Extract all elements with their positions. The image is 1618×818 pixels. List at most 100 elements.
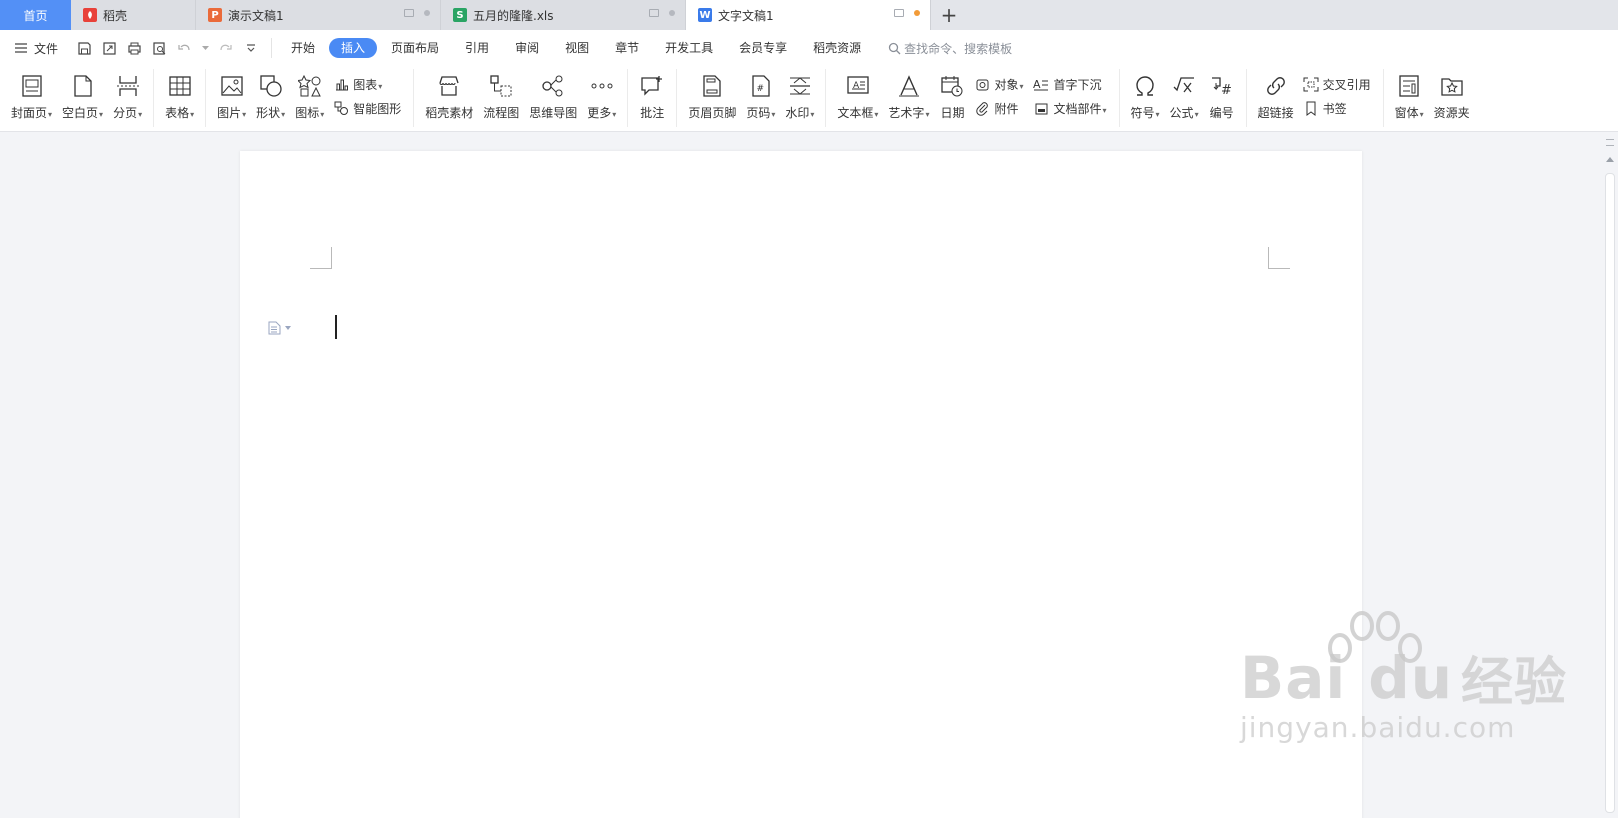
doc-parts-label: 文档部件 — [1053, 100, 1106, 117]
symbol-label: 符号 — [1131, 104, 1160, 121]
bookmark-button[interactable]: 书签 — [1303, 99, 1371, 117]
cross-reference-button[interactable]: 交叉引用 — [1303, 75, 1371, 93]
textbox-button[interactable]: A 文本框 — [832, 73, 883, 121]
date-button[interactable]: 日期 — [934, 73, 970, 121]
hyperlink-button[interactable]: 超链接 — [1253, 73, 1299, 121]
form-window-button[interactable]: 窗体 — [1390, 73, 1429, 121]
smartart-button[interactable]: 智能图形 — [333, 99, 401, 117]
hamburger-icon — [15, 43, 27, 53]
customize-toolbar-icon[interactable] — [242, 40, 259, 57]
more-button[interactable]: 更多 — [582, 73, 621, 121]
svg-text:A: A — [1033, 78, 1041, 91]
group-illustrations: 图片 形状 图标 图表 智能图形 — [206, 69, 415, 127]
icons-button[interactable]: 图标 — [290, 73, 329, 121]
picture-label: 图片 — [217, 104, 246, 121]
paragraph-doc-icon — [268, 321, 281, 335]
document-page[interactable] — [240, 151, 1362, 818]
margin-corner-top-right — [1268, 247, 1290, 269]
paragraph-layout-handle[interactable] — [268, 321, 291, 335]
numbering-icon: # — [1209, 73, 1235, 99]
mindmap-button[interactable]: 思维导图 — [524, 73, 582, 121]
tab-review[interactable]: 审阅 — [503, 38, 551, 58]
more-label: 更多 — [587, 104, 616, 121]
page-number-button[interactable]: # 页码 — [741, 73, 780, 121]
tab-start[interactable]: 开始 — [279, 38, 327, 58]
new-tab-plus-icon[interactable]: + — [931, 0, 967, 30]
smartart-icon — [333, 100, 349, 116]
scroll-up-arrow-icon[interactable] — [1606, 157, 1614, 162]
tab-docer-resources[interactable]: 稻壳资源 — [801, 38, 873, 58]
numbering-button[interactable]: # 编号 — [1204, 73, 1240, 121]
undo-icon[interactable] — [176, 40, 193, 57]
tab-developer[interactable]: 开发工具 — [653, 38, 725, 58]
mindmap-icon — [540, 73, 566, 99]
watermark-button[interactable]: 水印 — [780, 73, 819, 121]
chart-button[interactable]: 图表 — [333, 75, 401, 93]
group-symbols: 符号 公式 # 编号 — [1120, 69, 1247, 127]
writer-icon: W — [698, 8, 712, 22]
header-footer-button[interactable]: 页眉页脚 — [683, 73, 741, 121]
docer-material-label: 稻壳素材 — [425, 106, 474, 120]
doc-parts-button[interactable]: 文档部件 — [1033, 99, 1106, 117]
tab-spreadsheet[interactable]: S 五月的隆隆.xls — [441, 0, 686, 30]
dropcap-button[interactable]: A 首字下沉 — [1033, 75, 1106, 93]
monitor-icon[interactable] — [649, 9, 659, 17]
tab-page-layout[interactable]: 页面布局 — [379, 38, 451, 58]
tab-home[interactable]: 首页 — [0, 0, 71, 30]
tab-docer[interactable]: 稻壳 — [71, 0, 196, 30]
blank-page-button[interactable]: 空白页 — [57, 73, 108, 121]
table-label: 表格 — [165, 104, 194, 121]
export-pdf-icon[interactable] — [101, 40, 118, 57]
tab-section[interactable]: 章节 — [603, 38, 651, 58]
tab-references[interactable]: 引用 — [453, 38, 501, 58]
smartart-label: 智能图形 — [353, 101, 402, 116]
chart-icon — [333, 76, 349, 92]
shape-icon — [258, 73, 284, 99]
omega-symbol-icon — [1132, 73, 1158, 99]
tab-member[interactable]: 会员专享 — [727, 38, 799, 58]
redo-icon[interactable] — [217, 40, 234, 57]
file-label: 文件 — [34, 41, 59, 56]
save-icon[interactable] — [76, 40, 93, 57]
group-window: 窗体 资源夹 — [1384, 69, 1481, 127]
wordart-button[interactable]: 艺术字 — [883, 73, 934, 121]
page-break-button[interactable]: 分页 — [108, 73, 147, 121]
undo-dropdown-icon[interactable] — [201, 40, 209, 57]
form-window-label: 窗体 — [1395, 104, 1424, 121]
watermark-url: jingyan.baidu.com — [1240, 711, 1516, 744]
file-menu-button[interactable]: 文件 — [0, 40, 72, 57]
command-search[interactable]: 查找命令、搜索模板 — [888, 40, 1012, 57]
print-preview-icon[interactable] — [151, 40, 168, 57]
tab-presentation[interactable]: P 演示文稿1 — [196, 0, 441, 30]
formula-button[interactable]: 公式 — [1165, 73, 1204, 121]
attachment-button[interactable]: 附件 — [974, 99, 1023, 117]
symbol-button[interactable]: 符号 — [1126, 73, 1165, 121]
resource-folder-button[interactable]: 资源夹 — [1429, 73, 1475, 121]
wps-writer-window: 首页 稻壳 P 演示文稿1 S 五月的隆隆.xls W 文字文稿1 + 文件 开… — [0, 0, 1618, 818]
scroll-split-handle[interactable] — [1606, 139, 1614, 146]
print-icon[interactable] — [126, 40, 143, 57]
table-button[interactable]: 表格 — [160, 73, 199, 121]
vertical-scrollbar[interactable] — [1602, 133, 1618, 818]
bookmark-icon — [1303, 100, 1319, 116]
tab-view[interactable]: 视图 — [553, 38, 601, 58]
header-footer-label: 页眉页脚 — [688, 106, 737, 120]
flowchart-button[interactable]: 流程图 — [478, 73, 524, 121]
comment-button[interactable]: 批注 — [634, 73, 670, 121]
margin-corner-top-left — [310, 247, 332, 269]
group-docer: 稻壳素材 流程图 思维导图 更多 — [414, 69, 629, 127]
scroll-thumb[interactable] — [1605, 173, 1615, 813]
page-break-icon — [115, 73, 141, 99]
cover-page-button[interactable]: 封面页 — [6, 73, 57, 121]
tab-insert[interactable]: 插入 — [329, 38, 378, 58]
comment-add-icon — [639, 73, 665, 99]
monitor-icon[interactable] — [404, 9, 414, 17]
shape-button[interactable]: 形状 — [251, 73, 290, 121]
picture-button[interactable]: 图片 — [212, 73, 251, 121]
tab-writer[interactable]: W 文字文稿1 — [686, 0, 931, 30]
docer-material-button[interactable]: 稻壳素材 — [420, 73, 478, 121]
shape-label: 形状 — [256, 104, 285, 121]
monitor-icon[interactable] — [894, 9, 904, 17]
object-button[interactable]: 对象 — [974, 75, 1023, 93]
search-placeholder: 查找命令、搜索模板 — [904, 41, 1013, 56]
